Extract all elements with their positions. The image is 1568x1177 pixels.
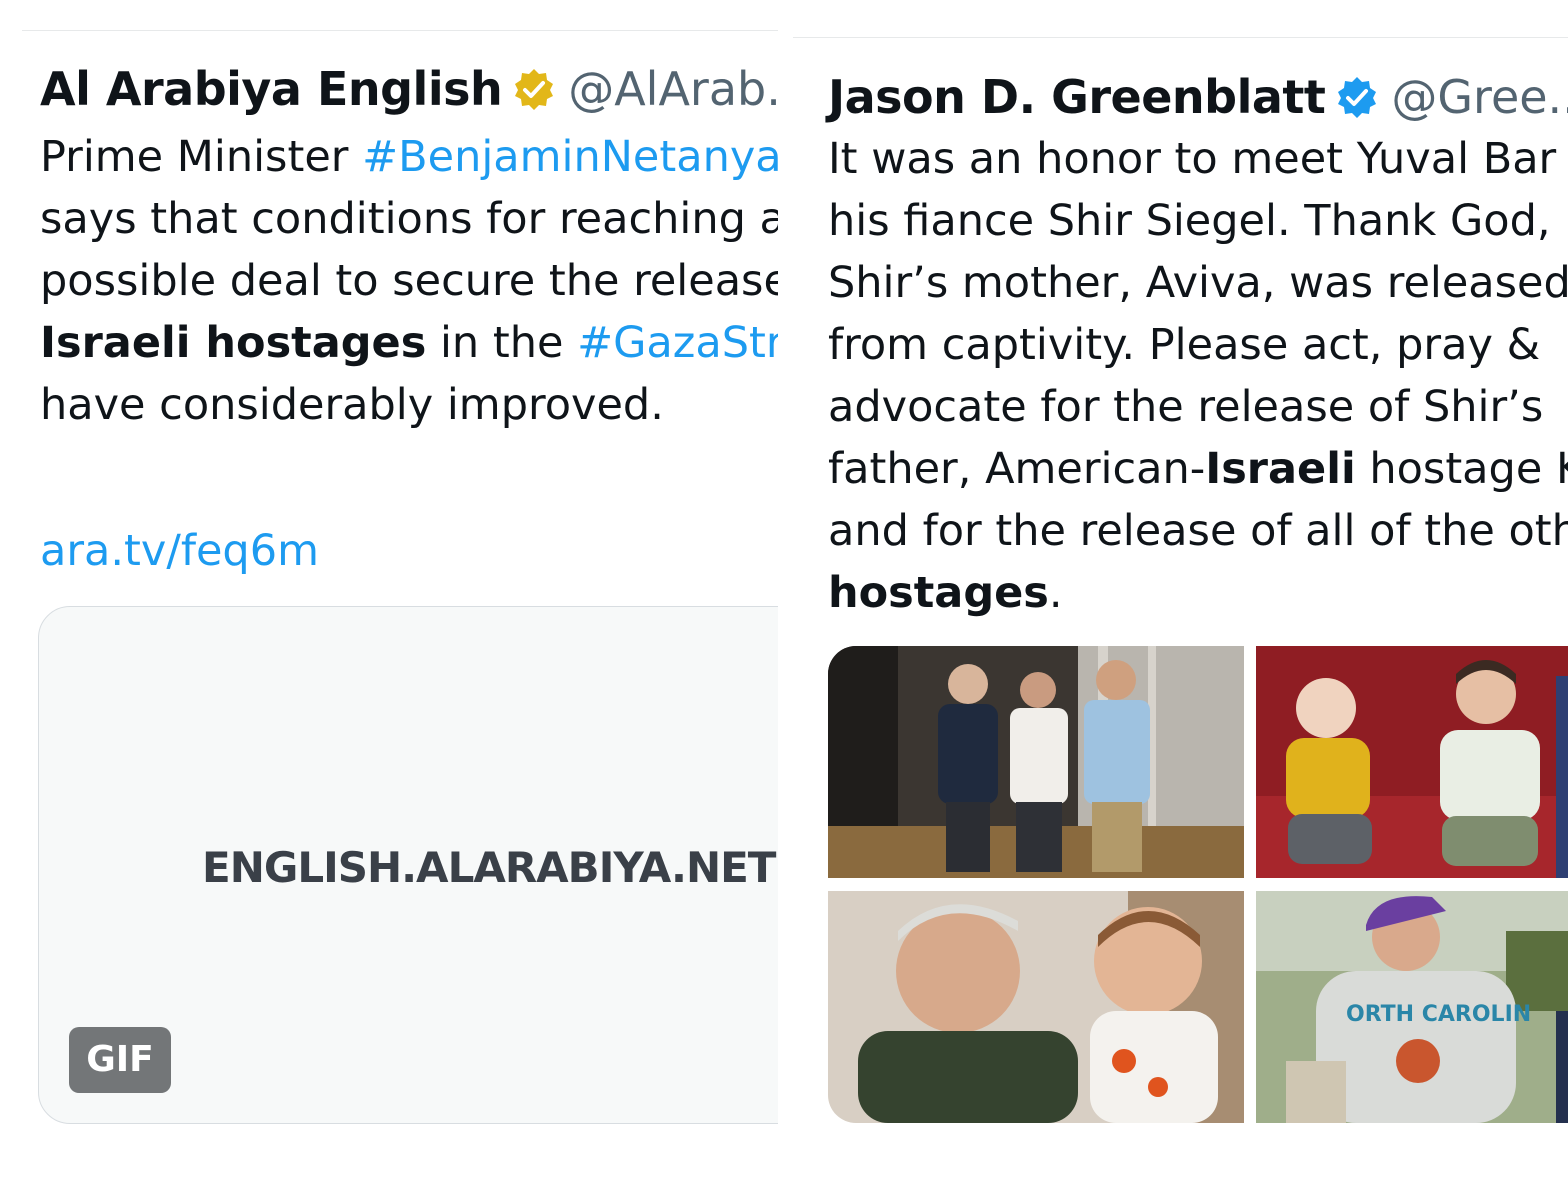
tweet-text-line: father, American-Israeli hostage K xyxy=(828,438,1568,500)
text-segment: Prime Minister xyxy=(40,132,363,182)
tweet-link[interactable]: ara.tv/feq6m xyxy=(40,520,319,582)
text-segment: have considerably improved. xyxy=(40,380,664,430)
top-divider xyxy=(793,37,1568,38)
link-preview-card[interactable]: ENGLISH.ALARABIYA.NET GIF xyxy=(38,606,778,1124)
tweet-text-line: have considerably improved. xyxy=(40,374,778,436)
photo-grandfather-baby[interactable] xyxy=(828,891,1244,1123)
tweet-text-line: advocate for the release of Shir’s xyxy=(828,376,1568,438)
tweet-text-line: Shir’s mother, Aviva, was released xyxy=(828,252,1568,314)
tweet-text-line: Prime Minister #BenjaminNetanyahu xyxy=(40,126,778,188)
author-handle[interactable]: @Gree... xyxy=(1391,74,1568,120)
hashtag-link[interactable]: #BenjaminNetanyahu xyxy=(362,132,778,182)
text-segment: his fiance Shir Siegel. Thank God, xyxy=(828,196,1551,246)
tweet-text-line: Israeli hostages in the #GazaStrip xyxy=(40,312,778,374)
tweet-text-line: and for the release of all of the other xyxy=(828,500,1568,562)
text-segment: advocate for the release of Shir’s xyxy=(828,382,1544,432)
photo-grid: ORTH CAROLIN xyxy=(828,646,1568,1123)
right-tweet-panel: Jason D. Greenblatt @Gree... · It was an… xyxy=(793,0,1568,1177)
text-segment: from captivity. Please act, pray & xyxy=(828,320,1541,370)
tweet-text: It was an honor to meet Yuval Bar his fia… xyxy=(828,128,1568,624)
tweet-header: Jason D. Greenblatt @Gree... · xyxy=(828,74,1568,120)
hashtag-link[interactable]: #GazaStrip xyxy=(577,318,778,368)
author-handle[interactable]: @AlArab... xyxy=(568,66,778,112)
gold-verified-badge-icon xyxy=(512,67,556,111)
photo-three-people[interactable] xyxy=(828,646,1244,878)
text-segment: It was an honor to meet Yuval Bar xyxy=(828,134,1557,184)
bold-text: Israeli hostages xyxy=(40,318,427,368)
gif-badge: GIF xyxy=(69,1027,171,1093)
svg-text:ORTH CAROLIN: ORTH CAROLIN xyxy=(1346,1002,1531,1027)
card-domain: ENGLISH.ALARABIYA.NET xyxy=(202,843,776,892)
tweet-text-line: from captivity. Please act, pray & xyxy=(828,314,1568,376)
tweet-link-wrap: ara.tv/feq6m xyxy=(40,520,319,582)
tweet-text: Prime Minister #BenjaminNetanyahu says th… xyxy=(40,126,778,436)
tweet-text-line: says that conditions for reaching a xyxy=(40,188,778,250)
text-segment: hostage K xyxy=(1355,444,1568,494)
blue-verified-badge-icon xyxy=(1335,75,1379,119)
left-tweet-panel: Al Arabiya English @AlArab... Prime Mini… xyxy=(0,0,778,1177)
tweet-text-line: hostages. xyxy=(828,562,1568,624)
tweet-header: Al Arabiya English @AlArab... xyxy=(40,66,778,112)
tweet-text-line: his fiance Shir Siegel. Thank God, xyxy=(828,190,1568,252)
photo-children-couch[interactable] xyxy=(1256,646,1568,878)
text-segment: in the xyxy=(426,318,578,368)
author-name[interactable]: Jason D. Greenblatt xyxy=(828,74,1326,120)
bold-text: hostages xyxy=(828,568,1049,618)
author-name[interactable]: Al Arabiya English xyxy=(40,66,503,112)
text-segment: Shir’s mother, Aviva, was released xyxy=(828,258,1568,308)
top-divider xyxy=(22,30,778,31)
bold-text: Israeli xyxy=(1205,444,1356,494)
text-segment: and for the release of all of the other xyxy=(828,506,1568,556)
text-segment: says that conditions for reaching a xyxy=(40,194,778,244)
tweet-text-line: It was an honor to meet Yuval Bar xyxy=(828,128,1568,190)
text-segment: possible deal to secure the release of xyxy=(40,256,778,306)
tweet-text-line: possible deal to secure the release of xyxy=(40,250,778,312)
text-segment: . xyxy=(1048,568,1063,618)
photo-man-sweatshirt[interactable]: ORTH CAROLIN xyxy=(1256,891,1568,1123)
text-segment: father, American- xyxy=(828,444,1206,494)
